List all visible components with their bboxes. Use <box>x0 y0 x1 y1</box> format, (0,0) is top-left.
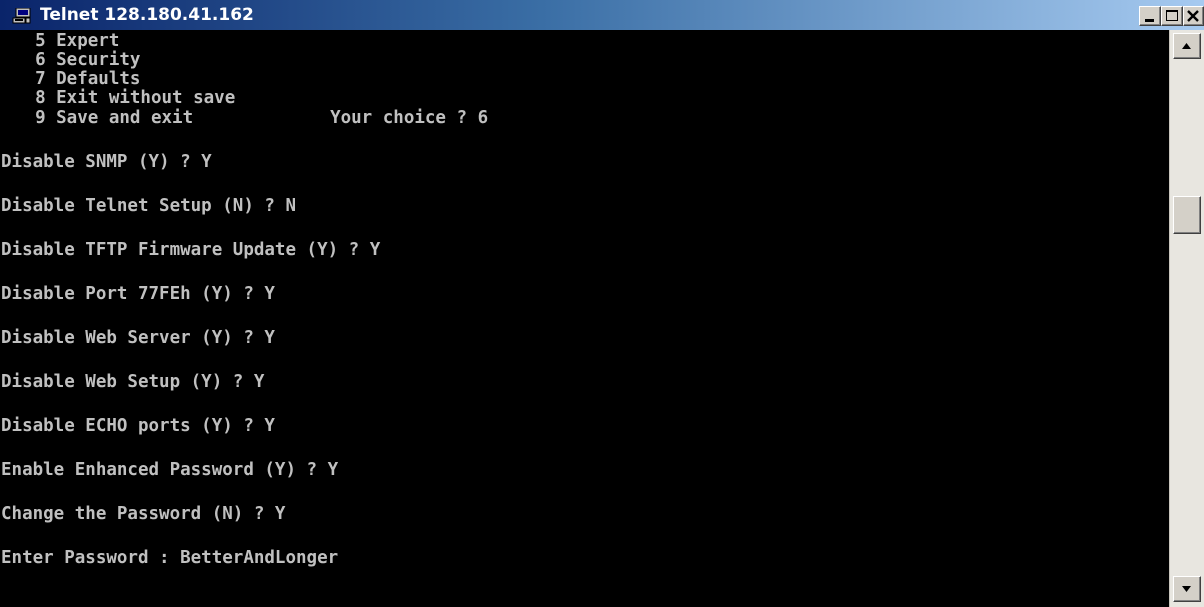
scroll-up-button[interactable] <box>1173 33 1201 59</box>
scroll-up-arrow-icon <box>1182 43 1191 49</box>
title-bar[interactable]: Telnet 128.180.41.162 <box>0 0 1204 30</box>
scroll-down-button[interactable] <box>1173 576 1201 602</box>
terminal-line: Disable Port 77FEh (Y) ? Y <box>1 284 275 304</box>
terminal-line: Disable Web Setup (Y) ? Y <box>1 372 265 392</box>
minimize-icon <box>1145 19 1154 22</box>
terminal-line: 8 Exit without save <box>14 88 236 108</box>
telnet-computer-icon[interactable] <box>12 7 32 24</box>
terminal-line: 9 Save and exit Your choice ? 6 <box>14 108 489 128</box>
terminal-line: Enter Password : BetterAndLonger <box>1 548 339 568</box>
terminal-line: Disable Telnet Setup (N) ? N <box>1 196 297 216</box>
terminal-line: Disable Web Server (Y) ? Y <box>1 328 275 348</box>
terminal-screen[interactable]: 5 Expert 6 Security 7 Defaults 8 Exit wi… <box>0 30 1169 607</box>
terminal-line: Disable TFTP Firmware Update (Y) ? Y <box>1 240 381 260</box>
maximize-button[interactable] <box>1161 6 1183 26</box>
maximize-icon <box>1166 10 1178 21</box>
terminal-line: Disable SNMP (Y) ? Y <box>1 152 212 172</box>
terminal-line: Enable Enhanced Password (Y) ? Y <box>1 460 339 480</box>
window-title: Telnet 128.180.41.162 <box>40 5 254 25</box>
close-icon <box>1187 10 1199 22</box>
minimize-button[interactable] <box>1139 6 1161 26</box>
terminal-line: Disable ECHO ports (Y) ? Y <box>1 416 275 436</box>
close-button[interactable] <box>1183 6 1204 26</box>
scroll-thumb[interactable] <box>1173 196 1201 234</box>
vertical-scrollbar[interactable] <box>1169 30 1204 607</box>
scroll-down-arrow-icon <box>1182 586 1191 592</box>
terminal-line: Change the Password (N) ? Y <box>1 504 286 524</box>
telnet-window: Telnet 128.180.41.162 5 Expert 6 Securit… <box>0 0 1204 607</box>
